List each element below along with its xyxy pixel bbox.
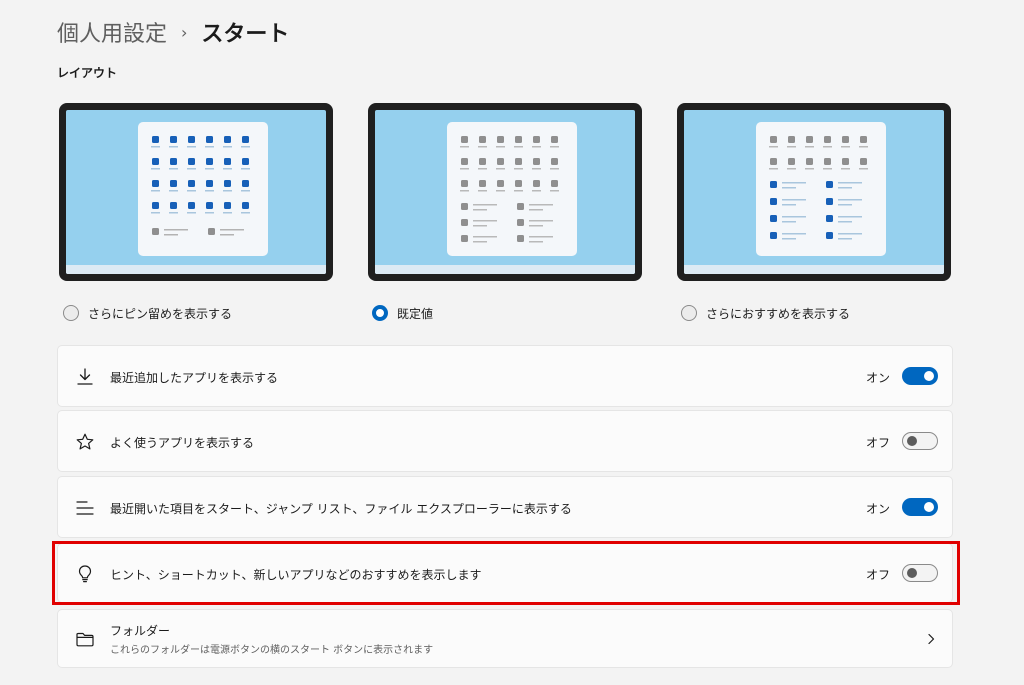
layout-preview-default[interactable]	[368, 103, 642, 281]
setting-recently-added-apps: 最近追加したアプリを表示する オン	[57, 345, 953, 407]
setting-most-used-apps: よく使うアプリを表示する オフ	[57, 410, 953, 472]
breadcrumb: 個人用設定 › スタート	[57, 14, 289, 50]
setting-label: 最近開いた項目をスタート、ジャンプ リスト、ファイル エクスプローラーに表示する	[110, 502, 572, 516]
layout-option-more-recommendations[interactable]: さらにおすすめを表示する	[681, 303, 850, 323]
radio-more-pins[interactable]	[63, 305, 79, 321]
star-icon	[76, 433, 94, 450]
default-grid	[460, 136, 559, 243]
folder-icon	[76, 632, 94, 647]
chevron-right-icon	[928, 633, 935, 645]
list-icon	[76, 501, 94, 515]
recently-opened-items-toggle[interactable]	[902, 498, 938, 516]
layout-option-default[interactable]: 既定値	[372, 303, 433, 323]
highlight-box	[52, 541, 960, 605]
breadcrumb-parent[interactable]: 個人用設定	[57, 16, 167, 48]
layout-preview-more-recommendations[interactable]	[677, 103, 951, 281]
layout-option-more-pins[interactable]: さらにピン留めを表示する	[63, 303, 232, 323]
folders-subtitle: これらのフォルダーは電源ボタンの横のスタート ボタンに表示されます	[110, 645, 434, 656]
setting-recently-opened-items: 最近開いた項目をスタート、ジャンプ リスト、ファイル エクスプローラーに表示する…	[57, 476, 953, 538]
layout-section-label: レイアウト	[57, 66, 118, 80]
start-panel-preview	[447, 122, 577, 256]
download-icon	[77, 368, 93, 385]
toggle-state-text: オフ	[865, 436, 890, 450]
toggle-state-text: オン	[865, 371, 890, 385]
radio-more-recommendations[interactable]	[681, 305, 697, 321]
breadcrumb-separator: ›	[181, 22, 188, 42]
more-recommendations-grid	[769, 136, 868, 240]
layout-option-label: 既定値	[397, 306, 434, 321]
recently-added-apps-toggle[interactable]	[902, 367, 938, 385]
most-used-apps-toggle[interactable]	[902, 432, 938, 450]
folders-row[interactable]: フォルダー これらのフォルダーは電源ボタンの横のスタート ボタンに表示されます	[57, 609, 953, 668]
layout-option-label: さらにおすすめを表示する	[706, 306, 851, 321]
folders-title: フォルダー	[110, 624, 171, 638]
layout-option-label: さらにピン留めを表示する	[88, 306, 233, 321]
setting-label: 最近追加したアプリを表示する	[110, 371, 279, 385]
start-panel-preview	[138, 122, 268, 256]
setting-label: よく使うアプリを表示する	[110, 436, 255, 450]
radio-default[interactable]	[372, 305, 388, 321]
start-panel-preview	[756, 122, 886, 256]
toggle-state-text: オン	[865, 502, 890, 516]
page-title: スタート	[201, 22, 290, 47]
more-pins-grid	[151, 136, 250, 236]
layout-preview-more-pins[interactable]	[59, 103, 333, 281]
